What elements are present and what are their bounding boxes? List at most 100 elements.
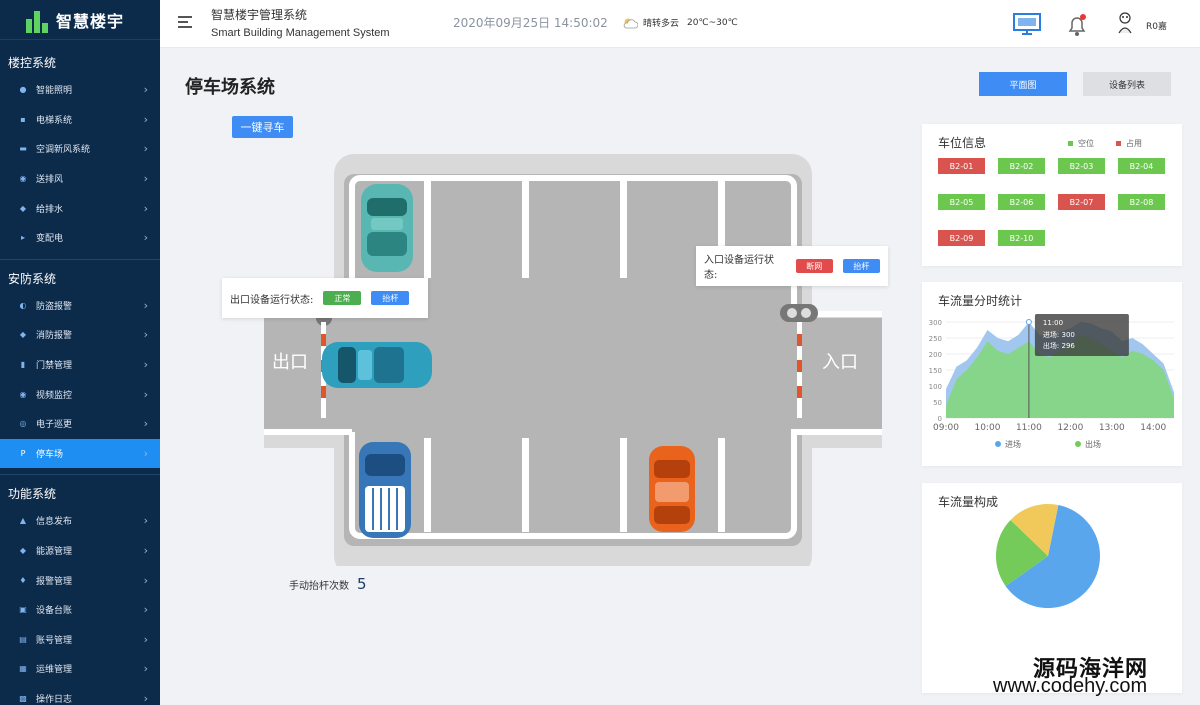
sidebar-item-label: 信息发布 [36, 517, 73, 528]
chevron-right-icon: › [143, 172, 148, 186]
space-info-panel: 车位信息 空位 占用 B2-01 B2-02 B2-03 B2-04 B2-05 B2-0… [922, 124, 1182, 266]
y-tick-label: 100 [929, 383, 942, 391]
device-list-button[interactable]: 设备列表 [1083, 72, 1171, 96]
sidebar-item-label: 设备台账 [36, 606, 73, 617]
parking-slot[interactable]: B2-06 [998, 194, 1045, 210]
exit-lift-button[interactable]: 抬杆 [371, 291, 410, 305]
sidebar-item[interactable]: ● 智能照明 › [0, 75, 160, 105]
car-orange-bottom[interactable] [649, 446, 695, 532]
parking-slot[interactable]: B2-09 [938, 230, 985, 246]
sidebar-item[interactable]: ▣ 设备台账 › [0, 595, 160, 625]
sidebar-item[interactable]: ▬ 空调新风系统 › [0, 134, 160, 164]
log-icon: ▩ [19, 693, 27, 703]
weather-text: 晴转多云 [643, 19, 680, 29]
sidebar-item[interactable]: ◐ 防盗报警 › [0, 291, 160, 321]
parking-icon: P [20, 448, 26, 458]
entry-lift-button[interactable]: 抬杆 [842, 259, 880, 273]
chevron-right-icon: › [143, 417, 148, 431]
car-teal-exit[interactable] [322, 342, 432, 388]
elevator-icon: ▪ [20, 114, 26, 124]
alarm-icon: ◐ [19, 300, 27, 310]
parking-slot[interactable]: B2-08 [1118, 194, 1165, 210]
logo[interactable]: 智慧楼宇 [0, 0, 160, 40]
water-icon: ◆ [19, 203, 27, 213]
chevron-right-icon: › [143, 112, 148, 126]
legend-label-0: 进场 [1005, 440, 1021, 449]
chevron-right-icon: › [143, 691, 148, 705]
chevron-right-icon: › [143, 662, 148, 676]
space-info-title: 车位信息 [938, 136, 987, 150]
weather: 晴转多云 20℃~30℃ [622, 16, 738, 29]
chevron-right-icon: › [143, 603, 148, 617]
sidebar-item-label: 门禁管理 [36, 361, 73, 372]
sidebar-item-label: 账号管理 [36, 635, 73, 646]
sidebar-item-label: 空调新风系统 [36, 145, 91, 156]
account-icon: ▤ [19, 634, 27, 644]
sidebar-item[interactable]: ◆ 能源管理 › [0, 536, 160, 566]
nav-menu: 楼控系统 ● 智能照明 › ▪ 电梯系统 › ▬ 空调新风系统 › ◉ 送排风 › ◆ 给排水 › ▸ 变配电 › 安… [0, 49, 160, 705]
space-legend: 空位 占用 [1068, 138, 1142, 149]
chevron-right-icon: › [143, 514, 148, 528]
tooltip-point [1025, 319, 1032, 325]
parking-slot[interactable]: B2-03 [1058, 158, 1105, 174]
sidebar-item[interactable]: ▩ 操作日志 › [0, 684, 160, 705]
sidebar-item-label: 防盗报警 [36, 301, 73, 312]
monitor-icon[interactable] [1012, 12, 1042, 36]
device-icon: ▣ [19, 605, 27, 615]
parking-slot[interactable]: B2-01 [938, 158, 985, 174]
nav-group-title: 安防系统 [0, 258, 160, 291]
entry-status-badge: 断网 [795, 259, 833, 273]
fan-icon: ◉ [19, 174, 27, 184]
power-icon: ▸ [20, 233, 25, 243]
sidebar-item[interactable]: ◎ 电子巡更 › [0, 409, 160, 439]
car-blue-bottom[interactable] [359, 442, 411, 538]
sidebar-item[interactable]: ▪ 电梯系统 › [0, 105, 160, 135]
x-tick-label: 09:00 [933, 423, 959, 433]
y-tick-label: 300 [929, 319, 942, 327]
chevron-right-icon: › [143, 446, 148, 460]
car-teal-top[interactable] [361, 184, 413, 272]
sidebar-item[interactable]: ▸ 变配电 › [0, 223, 160, 253]
sidebar-item[interactable]: ♦ 报警管理 › [0, 565, 160, 595]
floor-plan-button[interactable]: 平面图 [979, 72, 1067, 96]
temperature: 20℃~30℃ [687, 17, 738, 28]
tooltip-time: 11:00 [1043, 319, 1063, 327]
sidebar-item[interactable]: ▮ 门禁管理 › [0, 350, 160, 380]
legend-dot-1 [1075, 441, 1081, 447]
parking-slot[interactable]: B2-02 [998, 158, 1045, 174]
sidebar-item[interactable]: ▦ 运维管理 › [0, 654, 160, 684]
x-tick-label: 14:00 [1140, 423, 1166, 433]
parking-slot[interactable]: B2-04 [1118, 158, 1165, 174]
flow-chart: 0 50 100 150 200 250 300 09:00 10:00 11:00 12:00 13… [929, 314, 1174, 449]
patrol-icon: ◎ [19, 419, 27, 429]
avatar[interactable] [1116, 11, 1134, 35]
sidebar-item[interactable]: ▲ 信息发布 › [0, 506, 160, 536]
chevron-right-icon: › [143, 83, 148, 97]
chevron-right-icon: › [143, 298, 148, 312]
legend-dot-0 [995, 441, 1001, 447]
parking-slot[interactable]: B2-10 [998, 230, 1045, 246]
watermark-url: www.codehy.com [993, 675, 1148, 697]
sidebar-item[interactable]: ◉ 送排风 › [0, 164, 160, 194]
sidebar-item[interactable]: ◆ 给排水 › [0, 193, 160, 223]
parking-slot[interactable]: B2-07 [1058, 194, 1105, 210]
sidebar-item[interactable]: ◉ 视频监控 › [0, 379, 160, 409]
bulb-icon: ● [19, 85, 27, 95]
sidebar-item-label: 消防报警 [36, 331, 73, 342]
bell-icon[interactable] [1066, 13, 1088, 37]
sidebar-item[interactable]: ◆ 消防报警 › [0, 320, 160, 350]
tooltip-in: 进场: 300 [1043, 330, 1075, 339]
ops-icon: ▦ [19, 664, 27, 674]
sidebar-item-label: 变配电 [36, 234, 64, 245]
user-name[interactable]: R0嘉 [1146, 19, 1167, 32]
sidebar-item-label: 视频监控 [36, 390, 73, 401]
parking-slot[interactable]: B2-05 [938, 194, 985, 210]
system-title: 智慧楼宇管理系统 [211, 8, 308, 22]
menu-toggle-icon[interactable] [178, 16, 192, 30]
sidebar-item-label: 电梯系统 [36, 115, 73, 126]
chevron-right-icon: › [143, 142, 148, 156]
y-tick-label: 250 [929, 335, 942, 343]
find-car-button[interactable]: 一键寻车 [232, 116, 293, 138]
sidebar-item[interactable]: ▤ 账号管理 › [0, 625, 160, 655]
sidebar-item[interactable]: P 停车场 › [0, 438, 160, 469]
